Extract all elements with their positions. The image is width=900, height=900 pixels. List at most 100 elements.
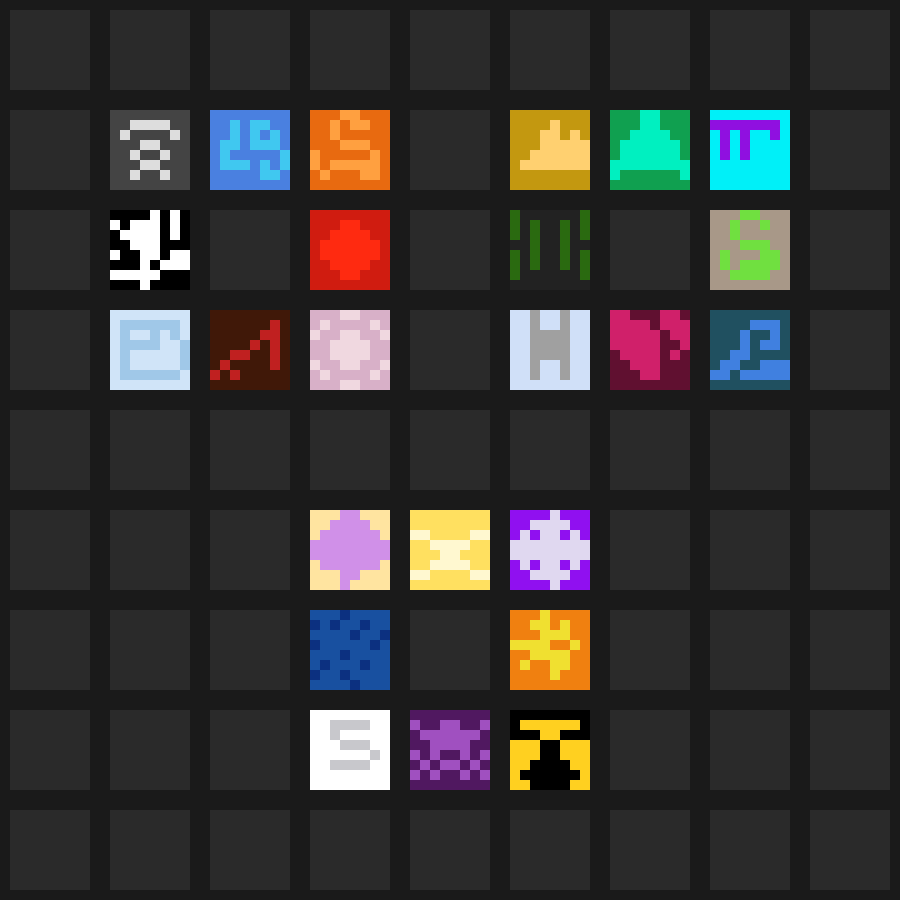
empty-slot[interactable]	[810, 10, 890, 90]
swirl-tile-icon	[310, 710, 390, 790]
empty-slot[interactable]	[110, 710, 190, 790]
empty-slot[interactable]	[10, 810, 90, 890]
empty-slot[interactable]	[810, 310, 890, 390]
empty-slot[interactable]	[610, 610, 690, 690]
empty-slot[interactable]	[410, 410, 490, 490]
empty-slot[interactable]	[410, 810, 490, 890]
totem-tile[interactable]	[510, 710, 590, 790]
empty-slot[interactable]	[810, 610, 890, 690]
signal-tile[interactable]	[110, 110, 190, 190]
empty-slot[interactable]	[810, 110, 890, 190]
crystal-tile-icon	[510, 510, 590, 590]
empty-slot[interactable]	[510, 410, 590, 490]
empty-slot[interactable]	[10, 210, 90, 290]
water-tile[interactable]	[210, 110, 290, 190]
empty-slot[interactable]	[310, 410, 390, 490]
empty-slot[interactable]	[210, 410, 290, 490]
empty-slot[interactable]	[210, 810, 290, 890]
lava-tile-icon	[510, 610, 590, 690]
broken-heart-tile[interactable]	[610, 310, 690, 390]
empty-slot[interactable]	[10, 10, 90, 90]
fire-orb-tile-icon	[310, 210, 390, 290]
pink-rose-tile[interactable]	[310, 310, 390, 390]
empty-slot[interactable]	[10, 110, 90, 190]
empty-slot[interactable]	[710, 510, 790, 590]
empty-slot[interactable]	[710, 710, 790, 790]
star-burst-tile[interactable]	[110, 210, 190, 290]
jelly-tile[interactable]	[310, 510, 390, 590]
serpent-tile[interactable]	[710, 210, 790, 290]
game-board	[0, 0, 900, 900]
empty-slot[interactable]	[710, 10, 790, 90]
wave-tile[interactable]	[710, 310, 790, 390]
empty-slot[interactable]	[610, 710, 690, 790]
empty-slot[interactable]	[210, 10, 290, 90]
bell-tile[interactable]	[610, 110, 690, 190]
flame-tile-icon	[310, 110, 390, 190]
crack-tile-icon	[210, 310, 290, 390]
bone-tile[interactable]	[410, 510, 490, 590]
ice-block-tile-icon	[110, 310, 190, 390]
pink-rose-tile-icon	[310, 310, 390, 390]
fire-orb-tile[interactable]	[310, 210, 390, 290]
empty-slot[interactable]	[110, 410, 190, 490]
empty-slot[interactable]	[210, 210, 290, 290]
empty-slot[interactable]	[410, 110, 490, 190]
bell-tile-icon	[610, 110, 690, 190]
empty-slot[interactable]	[10, 410, 90, 490]
flame-tile[interactable]	[310, 110, 390, 190]
crack-tile[interactable]	[210, 310, 290, 390]
empty-slot[interactable]	[610, 810, 690, 890]
empty-slot[interactable]	[710, 810, 790, 890]
empty-slot[interactable]	[110, 10, 190, 90]
empty-slot[interactable]	[210, 510, 290, 590]
empty-slot[interactable]	[110, 510, 190, 590]
pillar-tile-icon	[510, 310, 590, 390]
empty-slot[interactable]	[10, 610, 90, 690]
wave-tile-icon	[710, 310, 790, 390]
empty-slot[interactable]	[810, 410, 890, 490]
deep-sea-tile-icon	[310, 610, 390, 690]
empty-slot[interactable]	[210, 610, 290, 690]
empty-slot[interactable]	[610, 210, 690, 290]
empty-slot[interactable]	[310, 10, 390, 90]
empty-slot[interactable]	[210, 710, 290, 790]
empty-slot[interactable]	[510, 10, 590, 90]
shadow-tile[interactable]	[410, 710, 490, 790]
empty-slot[interactable]	[710, 610, 790, 690]
shadow-tile-icon	[410, 710, 490, 790]
swirl-tile[interactable]	[310, 710, 390, 790]
empty-slot[interactable]	[610, 10, 690, 90]
empty-slot[interactable]	[710, 410, 790, 490]
empty-slot[interactable]	[310, 810, 390, 890]
empty-slot[interactable]	[110, 810, 190, 890]
empty-slot[interactable]	[410, 10, 490, 90]
empty-slot[interactable]	[610, 410, 690, 490]
empty-slot[interactable]	[810, 510, 890, 590]
mountain-tile[interactable]	[510, 110, 590, 190]
empty-slot[interactable]	[810, 710, 890, 790]
crystal-tile[interactable]	[510, 510, 590, 590]
deep-sea-tile[interactable]	[310, 610, 390, 690]
empty-slot[interactable]	[10, 710, 90, 790]
bone-tile-icon	[410, 510, 490, 590]
empty-slot[interactable]	[410, 610, 490, 690]
totem-tile-icon	[510, 710, 590, 790]
empty-slot[interactable]	[10, 510, 90, 590]
rune-tile[interactable]	[710, 110, 790, 190]
ice-block-tile[interactable]	[110, 310, 190, 390]
empty-slot[interactable]	[410, 310, 490, 390]
jelly-tile-icon	[310, 510, 390, 590]
empty-slot[interactable]	[110, 610, 190, 690]
empty-slot[interactable]	[10, 310, 90, 390]
empty-slot[interactable]	[510, 810, 590, 890]
vine-tile[interactable]	[510, 210, 590, 290]
rune-tile-icon	[710, 110, 790, 190]
pillar-tile[interactable]	[510, 310, 590, 390]
empty-slot[interactable]	[810, 810, 890, 890]
empty-slot[interactable]	[610, 510, 690, 590]
empty-slot[interactable]	[410, 210, 490, 290]
lava-tile[interactable]	[510, 610, 590, 690]
empty-slot[interactable]	[810, 210, 890, 290]
water-tile-icon	[210, 110, 290, 190]
